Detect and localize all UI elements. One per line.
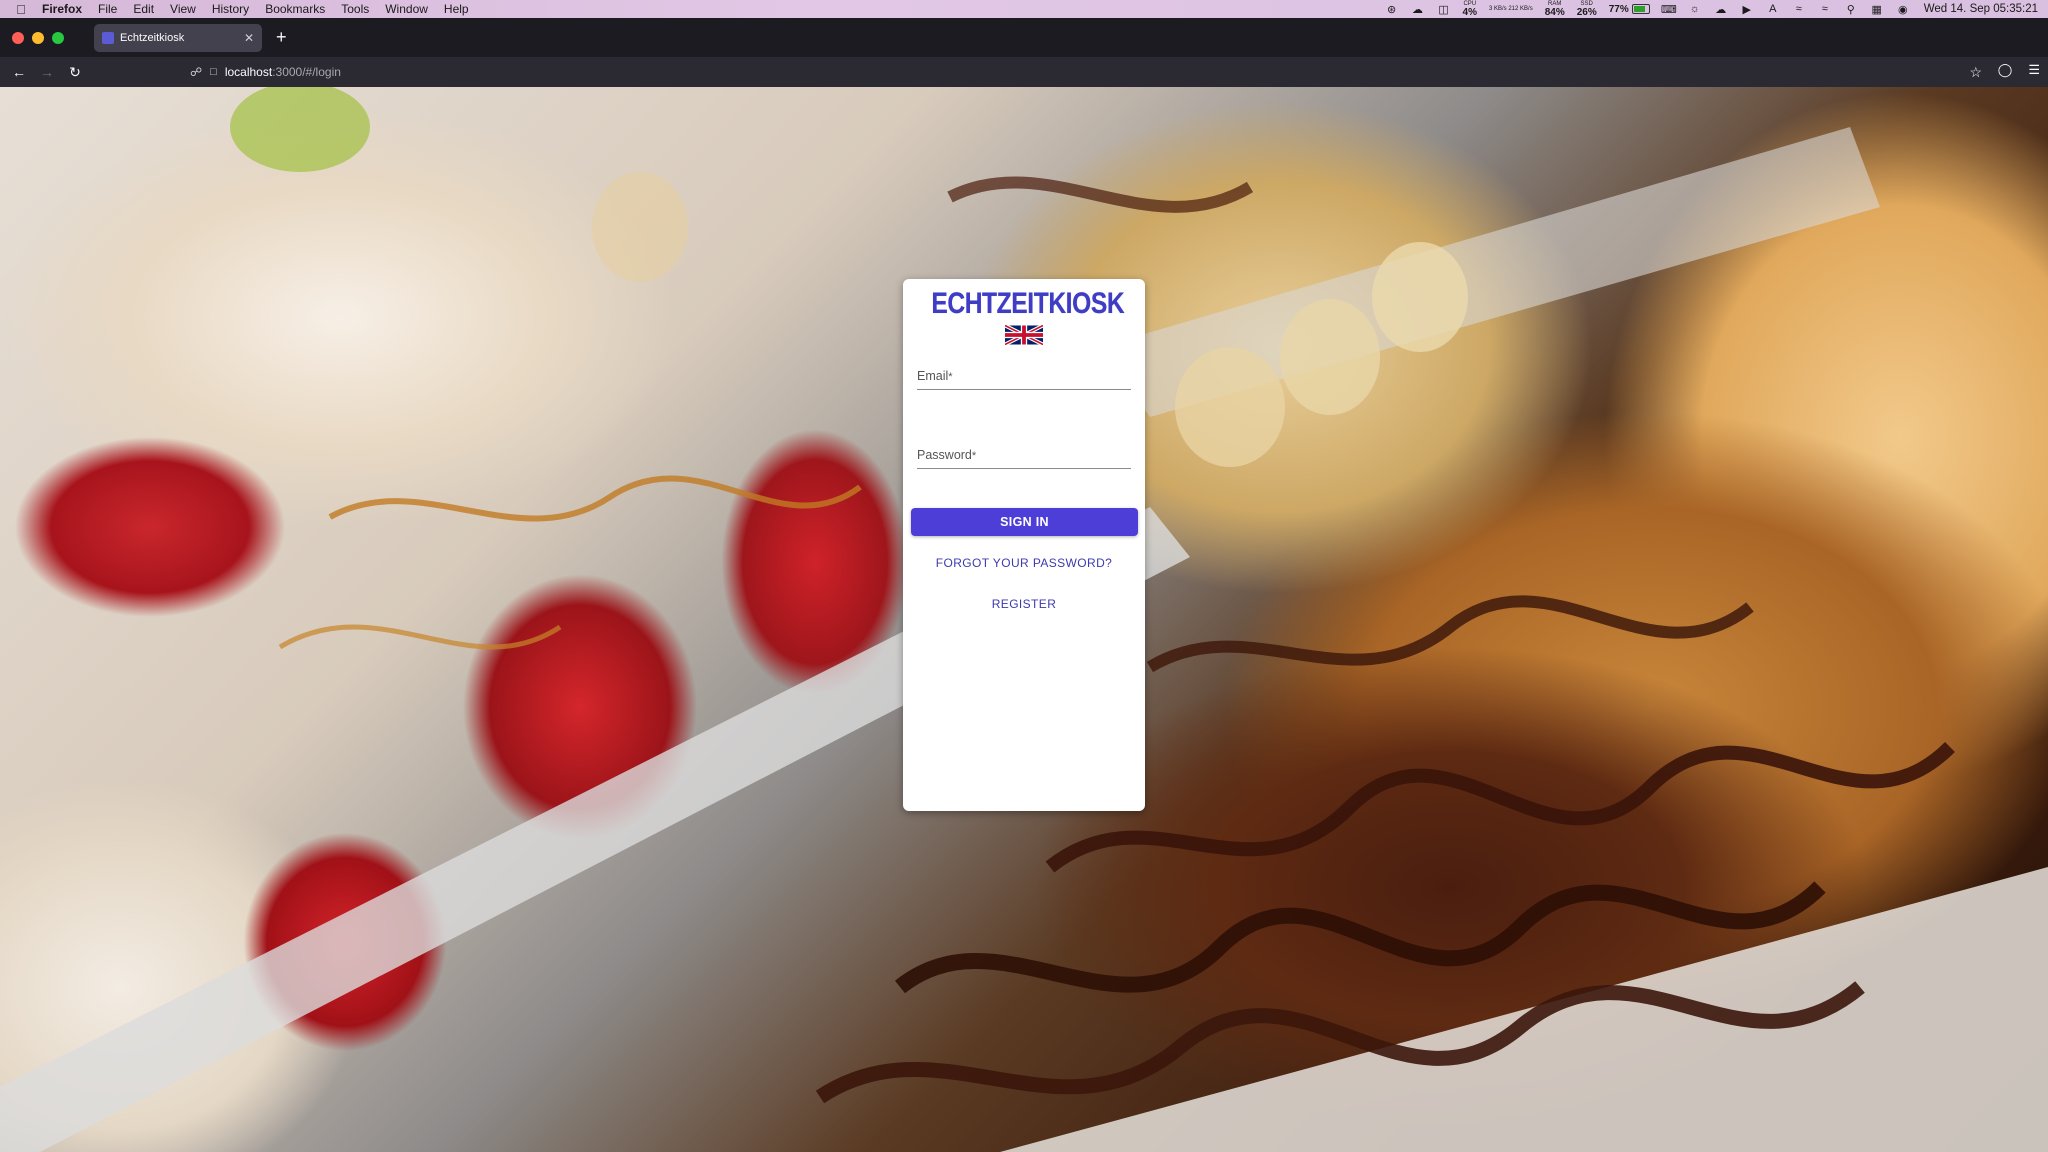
control-center-icon[interactable]: ▦ xyxy=(1870,3,1884,16)
menu-view[interactable]: View xyxy=(170,2,196,16)
creative-cloud-icon[interactable]: ☁ xyxy=(1714,3,1728,16)
close-tab-icon[interactable]: ✕ xyxy=(244,31,254,45)
play-icon[interactable]: ▶ xyxy=(1740,3,1754,16)
register-button[interactable]: REGISTER xyxy=(911,597,1137,611)
email-input[interactable] xyxy=(917,367,1131,389)
hamburger-menu-icon[interactable]: ☰ xyxy=(2028,62,2040,78)
clock[interactable]: Wed 14. Sep 05:35:21 xyxy=(1924,3,2038,15)
email-field[interactable]: Email* xyxy=(917,365,1131,390)
menu-tools[interactable]: Tools xyxy=(341,2,369,16)
url-path: :3000/#/login xyxy=(272,65,341,79)
brightness-icon[interactable]: ☼ xyxy=(1688,3,1702,15)
ssd-stat[interactable]: SSD 26% xyxy=(1577,1,1597,18)
page-info-icon[interactable]: □ xyxy=(210,66,217,78)
menu-app-name[interactable]: Firefox xyxy=(42,2,82,16)
menu-help[interactable]: Help xyxy=(444,2,469,16)
window-controls xyxy=(12,31,72,44)
menu-history[interactable]: History xyxy=(212,2,249,16)
keyboard-icon[interactable]: ⌨ xyxy=(1661,3,1677,16)
brand-title: ECHTZEITKIOSK xyxy=(931,287,1125,320)
reload-button[interactable]: ↻ xyxy=(66,63,84,81)
pocket-icon[interactable]: ◯ xyxy=(1998,62,2013,78)
close-window-button[interactable] xyxy=(12,31,24,44)
tab-echtzeitkiosk[interactable]: Echtzeitkiosk ✕ xyxy=(94,23,262,52)
url-host: localhost xyxy=(224,65,273,79)
cloud-icon[interactable]: ☁ xyxy=(1411,3,1425,16)
menu-file[interactable]: File xyxy=(98,2,117,16)
bluetooth-icon[interactable]: ≈ xyxy=(1792,3,1806,15)
wifi-icon[interactable]: ≈ xyxy=(1818,3,1832,15)
favicon-icon xyxy=(102,31,114,44)
page-viewport: ECHTZEITKIOSK Email* Password* SIGN IN F… xyxy=(0,87,2048,1152)
menu-window[interactable]: Window xyxy=(385,2,428,16)
battery-indicator[interactable]: 77% xyxy=(1609,4,1650,15)
forward-button[interactable]: → xyxy=(38,63,56,81)
menu-bookmarks[interactable]: Bookmarks xyxy=(265,2,325,16)
toolbar-right: ◯ ☰ xyxy=(1982,62,2040,78)
tracking-protection-icon[interactable]: ☍ xyxy=(190,65,202,79)
siri-icon[interactable]: ◉ xyxy=(1896,3,1910,16)
language-selector[interactable] xyxy=(911,325,1137,345)
new-tab-button[interactable]: + xyxy=(276,27,287,48)
network-stat[interactable]: 3 KB/s 212 KB/s xyxy=(1489,6,1533,13)
cpu-stat[interactable]: CPU 4% xyxy=(1463,1,1477,18)
ram-stat[interactable]: RAM 84% xyxy=(1545,1,1565,18)
password-field[interactable]: Password* xyxy=(917,444,1131,469)
apple-icon[interactable]:  xyxy=(14,2,28,17)
login-card: ECHTZEITKIOSK Email* Password* SIGN IN F… xyxy=(903,279,1145,811)
status-tray: ⊛ ☁ ◫ CPU 4% 3 KB/s 212 KB/s RAM 84% SSD… xyxy=(1379,0,2048,18)
minimize-window-button[interactable] xyxy=(32,31,44,44)
airplay-icon[interactable]: ⊛ xyxy=(1385,3,1399,16)
zoom-window-button[interactable] xyxy=(52,31,64,44)
browser-nav-bar: ← → ↻ ☍ □ localhost:3000/#/login ☆ ◯ ☰ xyxy=(0,57,2048,87)
system-menu-bar:  Firefox File Edit View History Bookmar… xyxy=(0,0,2048,18)
bookmark-star-icon[interactable]: ☆ xyxy=(1969,64,1982,81)
forgot-password-button[interactable]: FORGOT YOUR PASSWORD? xyxy=(911,556,1137,570)
search-icon[interactable]: ⚲ xyxy=(1844,3,1858,16)
battery-icon xyxy=(1631,4,1650,14)
uk-flag-icon[interactable] xyxy=(1005,325,1043,345)
tab-title: Echtzeitkiosk xyxy=(120,31,185,44)
back-button[interactable]: ← xyxy=(10,63,28,81)
url-bar[interactable]: ☍ □ localhost:3000/#/login ☆ xyxy=(180,59,1992,85)
browser-tab-bar: Echtzeitkiosk ✕ + xyxy=(0,18,2048,57)
password-input[interactable] xyxy=(917,446,1131,468)
input-source-icon[interactable]: A xyxy=(1766,3,1780,15)
sign-in-button[interactable]: SIGN IN xyxy=(911,508,1138,536)
menu-edit[interactable]: Edit xyxy=(133,2,154,16)
sidebar-icon[interactable]: ◫ xyxy=(1437,3,1451,16)
